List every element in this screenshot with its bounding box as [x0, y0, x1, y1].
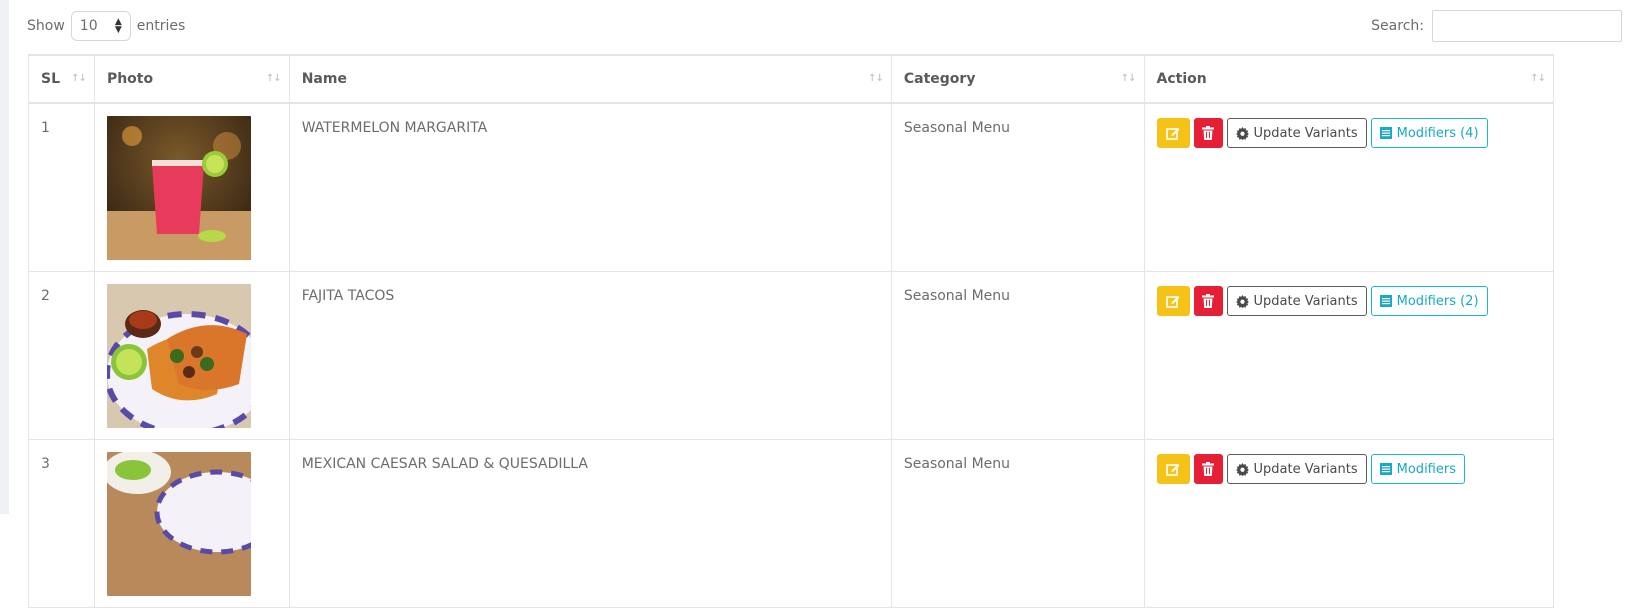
row-actions: Update Variants Modifiers: [1145, 440, 1553, 607]
column-header-label: Name: [301, 71, 347, 87]
sort-icon: ↑↓: [265, 73, 282, 84]
salad-photo: [106, 452, 251, 596]
list-icon: [1379, 295, 1392, 307]
trash-icon: [1202, 462, 1215, 476]
column-header-label: Category: [903, 71, 976, 87]
gear-icon: [1235, 462, 1249, 476]
search-input[interactable]: [1432, 10, 1622, 42]
column-header-label: SL: [41, 71, 61, 87]
modifiers-label: Modifiers (2): [1396, 293, 1479, 309]
modifiers-label: Modifiers (4): [1396, 125, 1479, 141]
column-header-label: Photo: [106, 71, 154, 87]
row-actions: Update Variants Modifiers (4): [1145, 104, 1553, 271]
delete-button[interactable]: [1193, 454, 1223, 484]
gear-icon: [1235, 294, 1249, 308]
table-header: SL ↑↓ Photo ↑↓ Name ↑↓ Category ↑↓ Actio…: [29, 55, 1553, 104]
trash-icon: [1202, 294, 1215, 308]
search-control: Search:: [1371, 10, 1622, 42]
edit-button[interactable]: [1156, 118, 1190, 148]
row-photo-cell: [95, 440, 290, 607]
update-variants-label: Update Variants: [1253, 461, 1358, 477]
row-category: Seasonal Menu: [892, 440, 1145, 607]
delete-button[interactable]: [1193, 286, 1223, 316]
column-header-label: Action: [1156, 71, 1207, 87]
modifiers-button[interactable]: Modifiers (4): [1370, 118, 1488, 148]
update-variants-button[interactable]: Update Variants: [1226, 454, 1367, 484]
sort-icon: ↑↓: [1120, 73, 1137, 84]
row-category: Seasonal Menu: [892, 272, 1145, 439]
table-panel: Show 10 ▲ ▼ entries Search: SL ↑↓ Photo ↑…: [9, 0, 1635, 608]
update-variants-button[interactable]: Update Variants: [1226, 118, 1367, 148]
row-photo-cell: [95, 104, 290, 271]
column-header-category[interactable]: Category ↑↓: [892, 56, 1145, 102]
chevron-updown-icon: ▲ ▼: [114, 17, 122, 35]
drink-photo: [106, 116, 251, 260]
length-control: Show 10 ▲ ▼ entries: [27, 11, 185, 41]
edit-button[interactable]: [1156, 454, 1190, 484]
row-name: WATERMELON MARGARITA: [290, 104, 892, 271]
table-row: 1 WATERMELON MARGARITA Seasonal Menu Upd…: [29, 104, 1553, 272]
show-label: Show: [27, 18, 65, 34]
modifiers-label: Modifiers: [1396, 461, 1456, 477]
sort-icon: ↑↓: [1530, 73, 1546, 84]
menu-items-table: SL ↑↓ Photo ↑↓ Name ↑↓ Category ↑↓ Actio…: [28, 54, 1554, 608]
list-icon: [1379, 463, 1392, 475]
row-name: MEXICAN CAESAR SALAD & QUESADILLA: [290, 440, 892, 607]
sort-icon: ↑↓: [868, 73, 884, 84]
entries-select-value: 10: [79, 18, 98, 34]
entries-select[interactable]: 10 ▲ ▼: [70, 11, 131, 41]
edit-button[interactable]: [1156, 286, 1190, 316]
row-sl: 1: [29, 104, 95, 271]
column-header-sl[interactable]: SL ↑↓: [29, 56, 95, 102]
list-icon: [1379, 127, 1392, 139]
trash-icon: [1202, 126, 1215, 140]
column-header-action[interactable]: Action ↑↓: [1145, 56, 1553, 102]
edit-icon: [1166, 296, 1180, 308]
column-header-name[interactable]: Name ↑↓: [290, 56, 892, 102]
table-row: 2 FAJITA TACOS Seasonal Menu Update Vari…: [29, 272, 1553, 440]
search-label: Search:: [1371, 18, 1424, 34]
row-photo-cell: [95, 272, 290, 439]
entries-label: entries: [136, 18, 186, 34]
modifiers-button[interactable]: Modifiers (2): [1370, 286, 1488, 316]
edit-icon: [1166, 128, 1180, 140]
row-category: Seasonal Menu: [892, 104, 1145, 271]
row-name: FAJITA TACOS: [290, 272, 892, 439]
update-variants-label: Update Variants: [1253, 293, 1358, 309]
tacos-photo: [106, 284, 251, 428]
update-variants-label: Update Variants: [1253, 125, 1358, 141]
row-actions: Update Variants Modifiers (2): [1145, 272, 1553, 439]
edit-icon: [1166, 464, 1180, 476]
delete-button[interactable]: [1193, 118, 1223, 148]
modifiers-button[interactable]: Modifiers: [1370, 454, 1465, 484]
column-header-photo[interactable]: Photo ↑↓: [95, 56, 290, 102]
update-variants-button[interactable]: Update Variants: [1226, 286, 1367, 316]
left-gutter: [0, 0, 9, 514]
table-row: 3 MEXICAN CAESAR SALAD & QUESADILLA Seas…: [29, 440, 1553, 608]
sort-icon: ↑↓: [71, 73, 87, 84]
row-sl: 2: [29, 272, 95, 439]
table-controls: Show 10 ▲ ▼ entries Search:: [27, 10, 1635, 43]
gear-icon: [1235, 126, 1249, 140]
row-sl: 3: [29, 440, 95, 607]
